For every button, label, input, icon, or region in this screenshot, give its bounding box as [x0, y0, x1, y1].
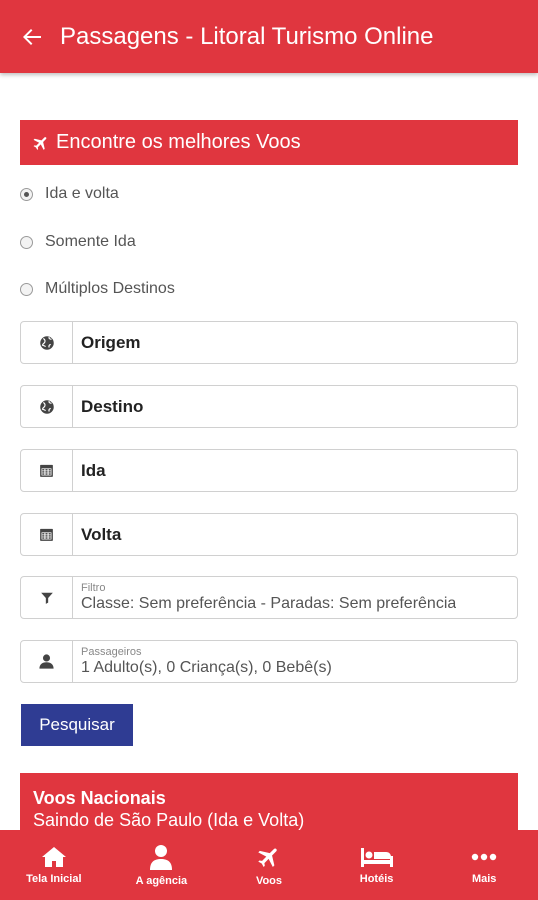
globe-icon [21, 386, 73, 427]
arrow-left-icon [23, 28, 41, 45]
radio-label: Somente Ida [45, 233, 136, 250]
search-button[interactable]: Pesquisar [21, 704, 133, 746]
passengers-value[interactable]: 1 Adulto(s), 0 Criança(s), 0 Bebê(s) [81, 658, 332, 677]
page-title: Passagens - Litoral Turismo Online [60, 22, 434, 50]
filter-icon [21, 577, 73, 618]
nav-label: Hotéis [359, 872, 394, 885]
filter-field[interactable]: Filtro Classe: Sem preferência - Paradas… [20, 576, 518, 619]
more-icon [471, 853, 497, 860]
plane-icon [32, 134, 50, 152]
filter-label: Filtro [81, 582, 106, 594]
nav-more[interactable]: Mais [430, 830, 538, 900]
calendar-icon [21, 514, 73, 555]
origin-field[interactable]: Origem [20, 321, 518, 364]
globe-icon [21, 322, 73, 363]
passengers-field[interactable]: Passageiros 1 Adulto(s), 0 Criança(s), 0… [20, 640, 518, 683]
departure-input[interactable]: Ida [73, 450, 106, 491]
section-title: Encontre os melhores Voos [56, 131, 301, 153]
user-icon [21, 641, 73, 682]
destination-field[interactable]: Destino [20, 385, 518, 428]
nav-agency[interactable]: A agência [108, 830, 216, 900]
promo-subtitle: Saindo de São Paulo (Ida e Volta) [33, 810, 305, 830]
radio-label: Múltiplos Destinos [45, 280, 175, 297]
user-icon [150, 844, 173, 870]
departure-field[interactable]: Ida [20, 449, 518, 492]
nav-label: A agência [135, 874, 188, 887]
radio-one-way[interactable]: Somente Ida [20, 233, 136, 251]
radio-round-trip[interactable]: Ida e volta [20, 185, 119, 203]
radio-label: Ida e volta [45, 185, 119, 202]
nav-label: Voos [255, 874, 283, 887]
nav-label: Mais [471, 872, 497, 885]
radio-button[interactable] [20, 187, 33, 201]
nav-hotels[interactable]: Hotéis [323, 830, 431, 900]
destination-input[interactable]: Destino [73, 386, 143, 427]
promo-title: Voos Nacionais [33, 788, 166, 808]
promo-banner[interactable]: Voos Nacionais Saindo de São Paulo (Ida … [20, 773, 518, 830]
app-bar: Passagens - Litoral Turismo Online [0, 0, 538, 73]
radio-button[interactable] [20, 282, 33, 296]
bed-icon [360, 847, 393, 867]
passengers-label: Passageiros [81, 646, 142, 658]
back-button[interactable] [8, 0, 56, 73]
calendar-icon [21, 450, 73, 491]
bottom-navigation: Tela Inicial A agência Voos Hotéis Mais [0, 830, 538, 900]
nav-flights[interactable]: Voos [215, 830, 323, 900]
filter-value[interactable]: Classe: Sem preferência - Paradas: Sem p… [81, 594, 456, 613]
radio-button[interactable] [20, 235, 33, 249]
plane-icon [258, 847, 277, 867]
home-icon [41, 846, 66, 867]
nav-home[interactable]: Tela Inicial [0, 830, 108, 900]
nav-label: Tela Inicial [26, 872, 82, 885]
flight-search-header: Encontre os melhores Voos [20, 120, 518, 165]
return-input[interactable]: Volta [73, 514, 121, 555]
radio-multi-destination[interactable]: Múltiplos Destinos [20, 280, 175, 298]
origin-input[interactable]: Origem [73, 322, 141, 363]
return-field[interactable]: Volta [20, 513, 518, 556]
